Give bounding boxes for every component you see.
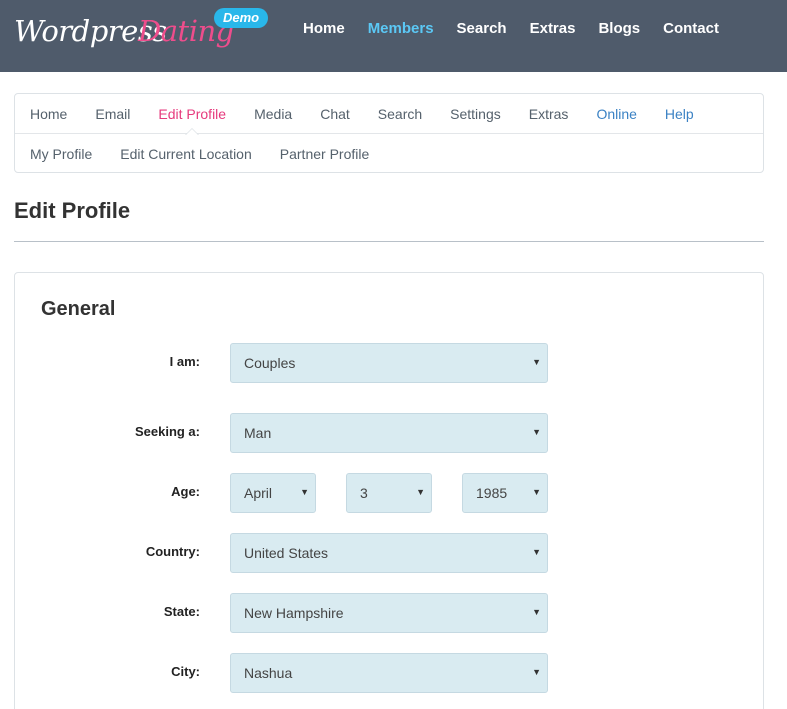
- subnav-my-profile[interactable]: My Profile: [30, 146, 92, 162]
- city-select[interactable]: Nashua ▼: [230, 653, 548, 693]
- chevron-down-icon: ▼: [532, 427, 541, 437]
- nav-contact[interactable]: Contact: [663, 20, 719, 37]
- state-value: New Hampshire: [244, 605, 344, 621]
- subnav-edit-profile-label: Edit Profile: [158, 105, 227, 122]
- nav-home[interactable]: Home: [303, 20, 345, 37]
- subnav-extras[interactable]: Extras: [529, 106, 569, 122]
- nav-blogs[interactable]: Blogs: [598, 20, 640, 37]
- age-day-select[interactable]: 3 ▼: [346, 473, 432, 513]
- seeking-value: Man: [244, 425, 272, 441]
- subnav-chat[interactable]: Chat: [320, 106, 350, 122]
- subnav-row-primary: Home Email Edit Profile Media Chat Searc…: [15, 94, 763, 135]
- state-label: State:: [163, 604, 200, 619]
- subnav-media[interactable]: Media: [254, 106, 292, 122]
- seeking-label: Seeking a:: [134, 424, 200, 439]
- city-value: Nashua: [244, 665, 293, 681]
- page-title: Edit Profile: [14, 198, 131, 223]
- subnav-edit-current-location[interactable]: Edit Current Location: [120, 146, 252, 162]
- subnav-row-secondary: My Profile Edit Current Location Partner…: [15, 134, 763, 174]
- nav-search[interactable]: Search: [457, 20, 507, 37]
- chevron-down-icon: ▼: [532, 667, 541, 677]
- title-divider: [14, 241, 764, 242]
- country-select[interactable]: United States ▼: [230, 533, 548, 573]
- chevron-down-icon: ▼: [532, 547, 541, 557]
- age-label: Age:: [171, 484, 200, 499]
- nav-members[interactable]: Members: [368, 20, 434, 37]
- i-am-value: Couples: [244, 355, 296, 371]
- subnav-email[interactable]: Email: [95, 106, 130, 122]
- age-year-select[interactable]: 1985 ▼: [462, 473, 548, 513]
- main-nav: Home Members Search Extras Blogs Contact: [303, 20, 742, 37]
- city-label: City:: [171, 664, 200, 679]
- subnav-home[interactable]: Home: [30, 106, 67, 122]
- subnav-search[interactable]: Search: [378, 106, 422, 122]
- chevron-down-icon: ▼: [532, 357, 541, 367]
- subnav-help[interactable]: Help: [665, 106, 694, 122]
- country-value: United States: [244, 545, 329, 561]
- i-am-label: I am:: [169, 354, 200, 369]
- chevron-down-icon: ▼: [532, 607, 541, 617]
- subnav-edit-profile[interactable]: Edit Profile: [158, 105, 227, 135]
- age-month-select[interactable]: April ▼: [230, 473, 316, 513]
- general-panel: General I am: Couples ▼ Seeking a: Man ▼…: [14, 272, 764, 709]
- chevron-down-icon: ▼: [532, 487, 541, 497]
- subnav-online[interactable]: Online: [596, 106, 636, 122]
- i-am-select[interactable]: Couples ▼: [230, 343, 548, 383]
- demo-badge: Demo: [214, 8, 269, 28]
- state-select[interactable]: New Hampshire ▼: [230, 593, 548, 633]
- subnav-partner-profile[interactable]: Partner Profile: [280, 146, 369, 162]
- country-label: Country:: [145, 544, 200, 559]
- subnav-settings[interactable]: Settings: [450, 106, 501, 122]
- chevron-down-icon: ▼: [416, 487, 425, 497]
- nav-extras[interactable]: Extras: [530, 20, 576, 37]
- seeking-select[interactable]: Man ▼: [230, 413, 548, 453]
- top-header: Wordpress Dating Demo Home Members Searc…: [0, 0, 787, 72]
- section-title-general: General: [41, 298, 116, 320]
- profile-subnav: Home Email Edit Profile Media Chat Searc…: [14, 93, 764, 173]
- chevron-down-icon: ▼: [300, 487, 309, 497]
